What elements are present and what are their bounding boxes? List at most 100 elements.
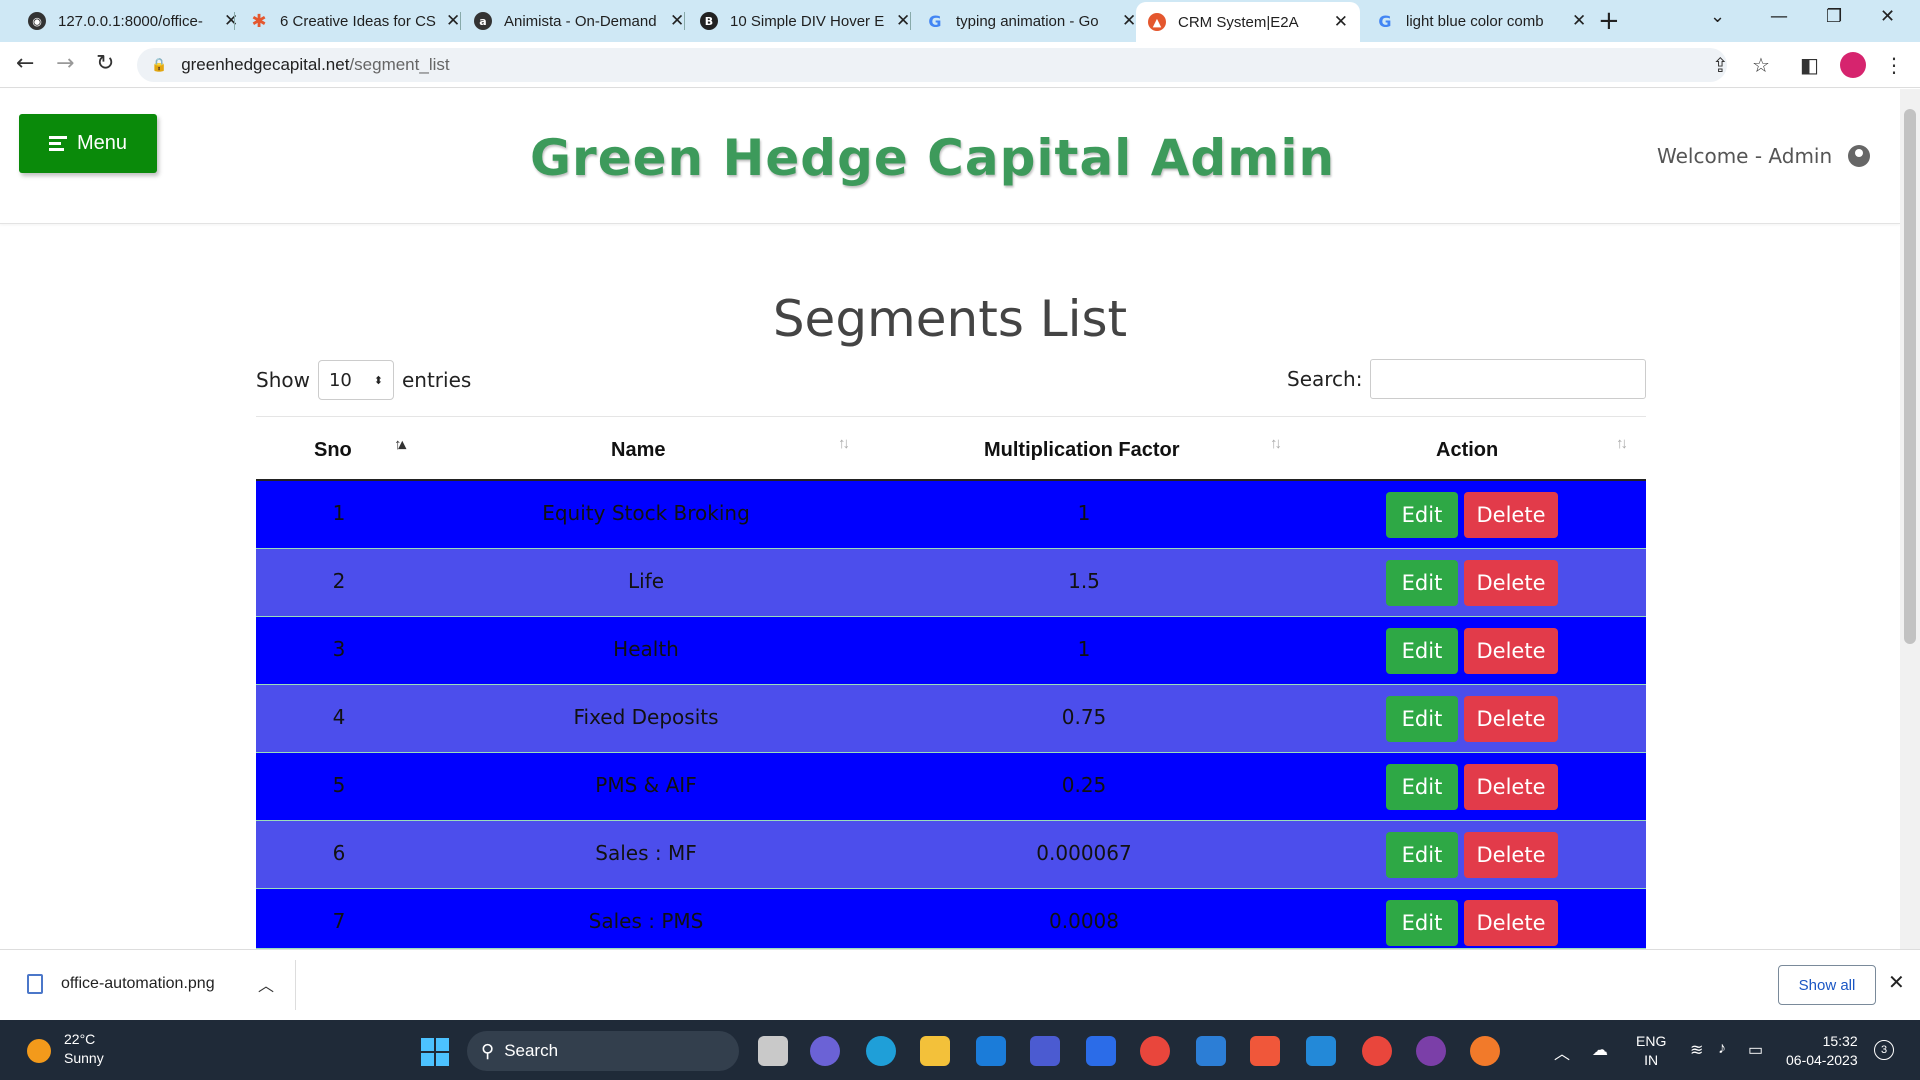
tab-title: typing animation - Go [956,12,1099,30]
close-tab-icon[interactable]: ✕ [670,11,684,31]
close-tab-icon[interactable]: ✕ [896,11,910,31]
close-tab-icon[interactable]: ✕ [1334,12,1348,32]
edit-button[interactable]: Edit [1386,628,1458,674]
close-icon[interactable]: ✕ [1888,970,1905,994]
table-body: 1 Equity Stock Broking 1 Edit Delete 2 L… [256,481,1646,949]
scrollbar-thumb[interactable] [1904,109,1916,644]
weather-widget[interactable]: 22°C Sunny [64,1030,104,1068]
entries-select[interactable]: 10 ⬍ [317,360,394,400]
browser-tab[interactable]: ◉ 127.0.0.1:8000/office- ✕ [16,0,250,42]
browser-tab[interactable]: a Animista - On-Demand ✕ [462,0,696,42]
asterisk-icon: ✱ [251,10,267,32]
edit-button[interactable]: Edit [1386,492,1458,538]
file-explorer-icon[interactable] [920,1036,950,1066]
delete-button[interactable]: Delete [1464,492,1558,538]
crm-icon: ▲ [1148,13,1166,31]
welcome-user[interactable]: Welcome - Admin [1657,144,1871,168]
task-view-icon[interactable] [758,1036,788,1066]
onedrive-icon[interactable]: ☁ [1592,1040,1608,1060]
github-icon[interactable] [1416,1036,1446,1066]
edit-button[interactable]: Edit [1386,560,1458,606]
forward-icon[interactable]: → [56,51,74,76]
column-header-sno[interactable]: Sno [314,439,352,462]
language-indicator[interactable]: ENG IN [1636,1032,1666,1070]
sort-icon[interactable]: ↑↓ [838,435,850,452]
restore-icon[interactable]: ❐ [1826,6,1842,27]
delete-button[interactable]: Delete [1464,628,1558,674]
url-text: greenhedgecapital.net/segment_list [181,55,450,74]
edge-icon[interactable] [866,1036,896,1066]
edit-button[interactable]: Edit [1386,832,1458,878]
volume-icon[interactable]: ♪ [1718,1040,1726,1058]
media-player-icon[interactable] [1030,1036,1060,1066]
chrome-active-icon[interactable] [1362,1036,1392,1066]
profile-avatar[interactable] [1840,52,1866,78]
search-input[interactable] [1370,359,1647,399]
search-control: Search: [1287,359,1647,399]
dropbox-icon[interactable] [1086,1036,1116,1066]
cell-factor: 1 [1077,637,1091,661]
browser-tab[interactable]: ✱ 6 Creative Ideas for CS ✕ [238,0,472,42]
taskbar-search[interactable]: ⚲ Search [467,1031,739,1071]
mail-icon[interactable] [1196,1036,1226,1066]
notification-badge[interactable]: 3 [1874,1040,1894,1060]
side-panel-icon[interactable]: ◧ [1800,53,1819,77]
sort-icon[interactable]: ↑↓ [1270,435,1282,452]
tab-search-chevron-icon[interactable]: ⌄ [1710,6,1725,27]
new-tab-icon[interactable]: + [1598,6,1620,36]
close-tab-icon[interactable]: ✕ [1122,11,1136,31]
chevron-up-icon[interactable]: ︿ [258,972,274,996]
chrome-icon[interactable] [1140,1036,1170,1066]
sun-icon[interactable] [27,1039,51,1063]
delete-button[interactable]: Delete [1464,832,1558,878]
column-header-name[interactable]: Name [611,439,665,462]
column-header-factor[interactable]: Multiplication Factor [984,439,1180,462]
download-file-name[interactable]: office-automation.png [61,975,215,993]
clock[interactable]: 15:32 06-04-2023 [1786,1032,1858,1070]
delete-button[interactable]: Delete [1464,900,1558,946]
animista-icon: a [474,12,492,30]
windows-start-icon[interactable] [421,1038,449,1066]
column-header-action[interactable]: Action [1436,439,1498,462]
more-menu-icon[interactable]: ⋮ [1884,53,1904,77]
cell-factor: 0.25 [1061,773,1107,797]
teams-icon[interactable] [810,1036,840,1066]
figma-icon[interactable] [1250,1036,1280,1066]
myhp-icon[interactable] [976,1036,1006,1066]
page-scrollbar[interactable] [1900,89,1920,949]
delete-button[interactable]: Delete [1464,764,1558,810]
close-tab-icon[interactable]: ✕ [1572,11,1586,31]
share-icon[interactable]: ⇪ [1712,53,1729,77]
edit-button[interactable]: Edit [1386,696,1458,742]
google-icon: G [1378,11,1392,31]
close-tab-icon[interactable]: ✕ [224,11,238,31]
browser-tab[interactable]: G light blue color comb ✕ [1364,0,1598,42]
minimize-icon[interactable]: — [1770,6,1788,27]
vscode-icon[interactable] [1306,1036,1336,1066]
bookmark-star-icon[interactable]: ☆ [1752,53,1770,77]
edit-button[interactable]: Edit [1386,900,1458,946]
user-circle-icon[interactable] [1848,145,1871,167]
show-all-button[interactable]: Show all [1778,965,1876,1005]
browser-tab-active[interactable]: ▲ CRM System|E2A ✕ [1136,2,1360,42]
close-window-icon[interactable]: ✕ [1880,6,1895,27]
sort-asc-icon[interactable]: ↑▴ [394,435,406,453]
menu-button[interactable]: Menu [19,114,157,173]
sort-icon[interactable]: ↑↓ [1616,435,1628,452]
edit-button[interactable]: Edit [1386,764,1458,810]
browser-tab[interactable]: B 10 Simple DIV Hover E ✕ [688,0,922,42]
reload-icon[interactable]: ↻ [96,51,114,76]
firefox-icon[interactable] [1470,1036,1500,1066]
tray-chevron-icon[interactable]: ︿ [1554,1040,1570,1064]
close-tab-icon[interactable]: ✕ [446,11,460,31]
table-row: 7 Sales : PMS 0.0008 Edit Delete [256,889,1646,949]
url-field[interactable]: 🔒 greenhedgecapital.net/segment_list [137,48,1727,82]
delete-button[interactable]: Delete [1464,560,1558,606]
delete-button[interactable]: Delete [1464,696,1558,742]
battery-icon[interactable]: ▭ [1748,1040,1763,1060]
back-icon[interactable]: ← [16,51,34,76]
tab-title: 10 Simple DIV Hover E [730,12,885,30]
hamburger-icon [48,133,67,154]
wifi-icon[interactable]: ≋ [1690,1040,1703,1060]
browser-tab[interactable]: G typing animation - Go ✕ [914,0,1148,42]
